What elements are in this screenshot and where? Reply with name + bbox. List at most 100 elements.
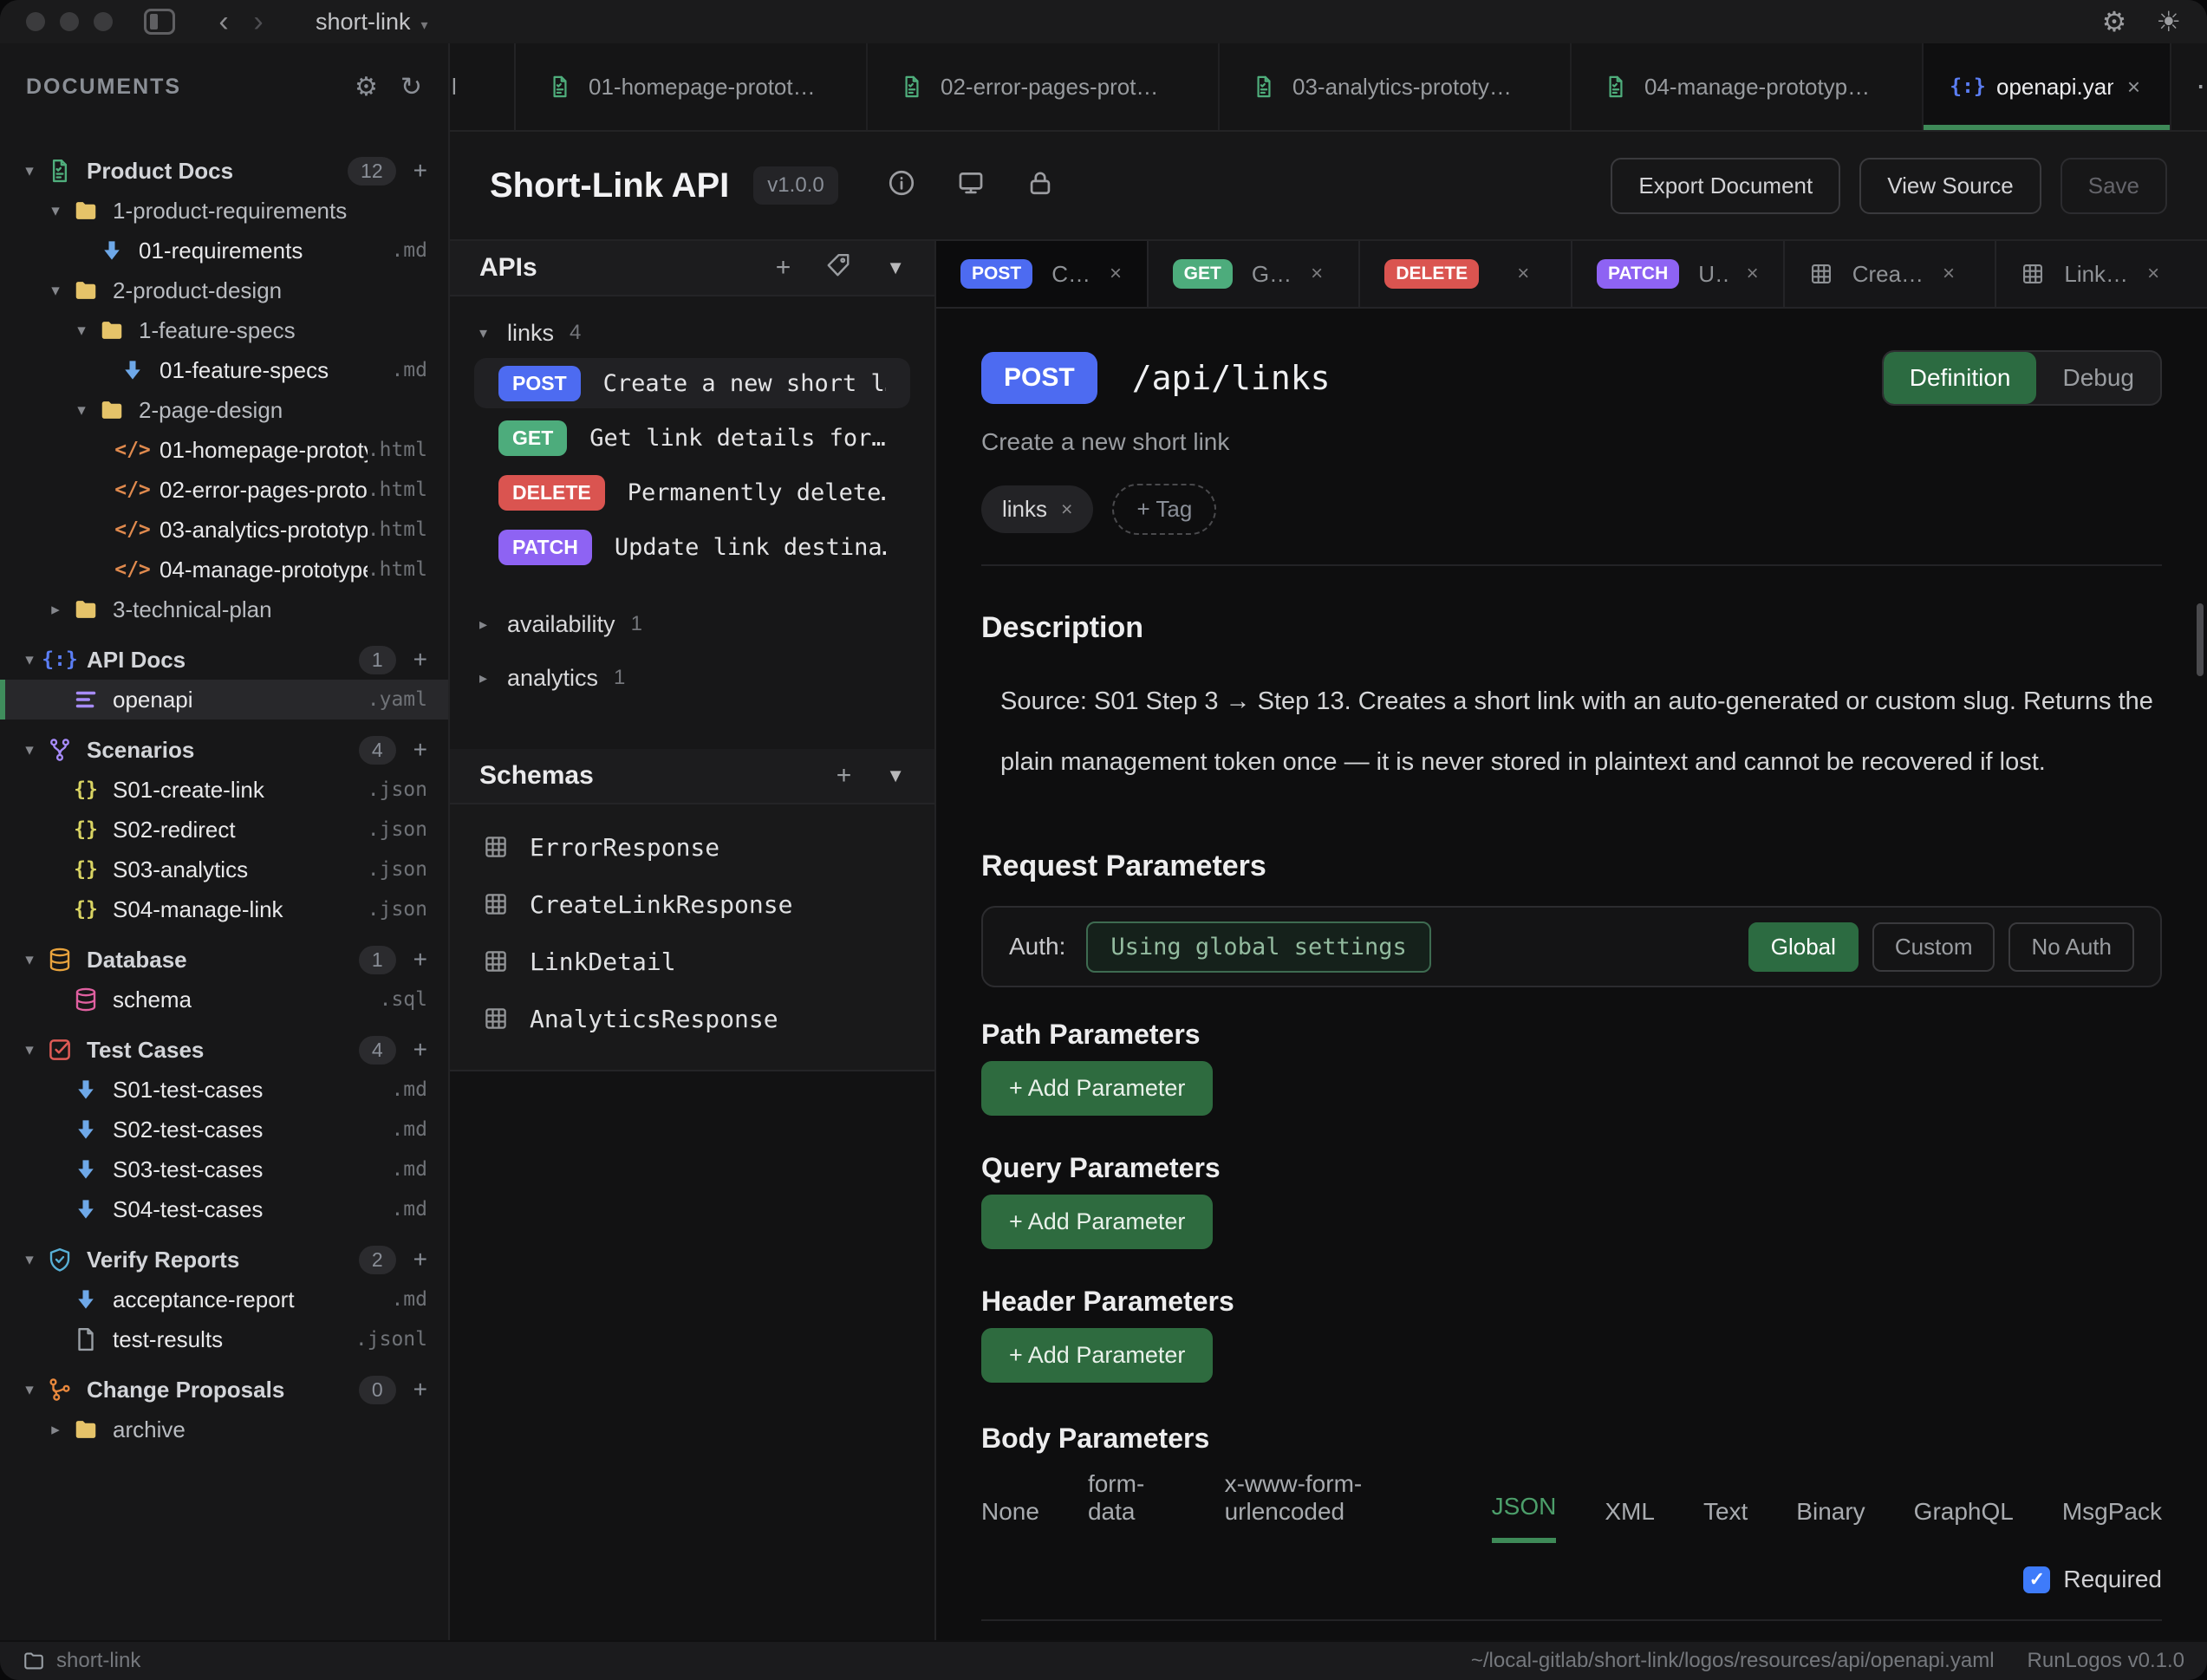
back-icon[interactable]: ‹ [206,5,241,39]
chevron-down-icon[interactable]: ▾ [14,1250,45,1270]
add-path-parameter-button[interactable]: + Add Parameter [981,1061,1213,1116]
tag-pill-links[interactable]: links × [981,485,1093,533]
tab-01-homepage[interactable]: 01-homepage-protot… [516,43,868,130]
tree-file[interactable]: {} S04-manage-link .json [0,889,448,929]
add-header-parameter-button[interactable]: + Add Parameter [981,1328,1213,1383]
filter-icon[interactable]: ▼ [886,765,905,787]
chevron-down-icon[interactable]: ▾ [479,324,507,342]
tree-file[interactable]: acceptance-report .md [0,1280,448,1319]
chevron-down-icon[interactable]: ▾ [66,400,97,420]
endpoint-tab-schema-link[interactable]: Link… × [1996,241,2207,307]
body-type-binary[interactable]: Binary [1796,1498,1865,1543]
body-type-text[interactable]: Text [1703,1498,1748,1543]
chevron-down-icon[interactable]: ▾ [14,161,45,181]
tree-file[interactable]: 01-requirements .md [0,231,448,270]
tree-section-scenarios[interactable]: ▾ Scenarios 4 + [0,730,448,770]
debug-tab[interactable]: Debug [2036,352,2160,404]
chevron-right-icon[interactable]: ▸ [479,669,507,687]
add-api-icon[interactable]: + [776,253,791,283]
endpoint-tab-delete[interactable]: DELETE × [1360,241,1572,307]
body-type-graphql[interactable]: GraphQL [1914,1498,2014,1543]
add-icon[interactable]: + [413,646,427,674]
tree-file[interactable]: 01-feature-specs .md [0,350,448,390]
close-icon[interactable]: × [1747,262,1759,286]
body-type-msgpack[interactable]: MsgPack [2062,1498,2162,1543]
tab-03-analytics[interactable]: 03-analytics-prototy… [1220,43,1572,130]
chevron-down-icon[interactable]: ▾ [14,740,45,760]
tree-file[interactable]: S04-test-cases .md [0,1189,448,1229]
chevron-right-icon[interactable]: ▸ [40,600,71,620]
sidebar-settings-icon[interactable]: ⚙ [355,72,378,102]
remove-tag-icon[interactable]: × [1061,498,1072,521]
close-icon[interactable]: × [2127,74,2140,101]
chevron-right-icon[interactable]: ▸ [40,1420,71,1440]
more-tabs-icon[interactable]: ⋯ [2171,43,2207,130]
tree-file[interactable]: </> 03-analytics-prototype .html [0,510,448,550]
close-icon[interactable]: × [1943,262,1955,286]
close-icon[interactable]: × [2147,262,2159,286]
auth-value[interactable]: Using global settings [1086,921,1430,973]
body-type-json-active[interactable]: JSON [1492,1493,1557,1543]
tree-folder[interactable]: ▾ 1-product-requirements [0,191,448,231]
body-type-xml[interactable]: XML [1605,1498,1655,1543]
body-type-urlencoded[interactable]: x-www-form-urlencoded [1225,1470,1443,1543]
api-item-get-link[interactable]: GET Get link details for… [474,413,910,463]
chevron-right-icon[interactable]: ▸ [479,615,507,634]
tree-folder[interactable]: ▾ 1-feature-specs [0,310,448,350]
add-query-parameter-button[interactable]: + Add Parameter [981,1195,1213,1249]
tree-section-api-docs[interactable]: ▾ {:} API Docs 1 + [0,640,448,680]
tree-file[interactable]: </> 01-homepage-prototy… .html [0,430,448,470]
tab-openapi-active[interactable]: {:} openapi.yaml × [1924,43,2171,130]
tree-file[interactable]: {} S03-analytics .json [0,850,448,889]
save-button[interactable]: Save [2061,158,2167,214]
chevron-down-icon[interactable]: ▾ [40,201,71,221]
add-icon[interactable]: + [413,1376,427,1403]
lock-icon[interactable] [1025,168,1055,204]
tree-file[interactable]: S03-test-cases .md [0,1149,448,1189]
tree-section-verify-reports[interactable]: ▾ Verify Reports 2 + [0,1240,448,1280]
tree-file[interactable]: S01-test-cases .md [0,1070,448,1110]
schema-item-analytics-response[interactable]: AnalyticsResponse [450,990,934,1047]
tab-04-manage[interactable]: 04-manage-prototyp… [1572,43,1924,130]
endpoint-tab-patch[interactable]: PATCH U… × [1572,241,1785,307]
tree-folder[interactable]: ▸ 3-technical-plan [0,589,448,629]
chevron-down-icon[interactable]: ▾ [14,1380,45,1400]
api-item-delete-link[interactable]: DELETE Permanently delete… [474,467,910,518]
api-group-availability[interactable]: ▸ availability 1 [450,603,934,645]
info-icon[interactable] [887,168,916,204]
theme-sun-icon[interactable]: ☀ [2156,5,2181,38]
tag-icon[interactable] [825,252,851,284]
endpoint-tab-post-active[interactable]: POST C… × [936,241,1149,307]
tree-section-database[interactable]: ▾ Database 1 + [0,940,448,980]
close-icon[interactable]: × [1517,262,1529,286]
endpoint-tab-schema-crea[interactable]: Crea… × [1785,241,1997,307]
close-icon[interactable]: × [1110,262,1122,286]
auth-noauth-button[interactable]: No Auth [2008,922,2134,972]
endpoint-tab-get[interactable]: GET G… × [1149,241,1361,307]
add-icon[interactable]: + [413,1036,427,1064]
chevron-down-icon[interactable]: ▾ [14,650,45,670]
filter-icon[interactable]: ▼ [886,257,905,279]
schema-item-link-detail[interactable]: LinkDetail [450,933,934,990]
body-type-form-data[interactable]: form-data [1088,1470,1176,1543]
add-icon[interactable]: + [413,157,427,185]
api-group-links[interactable]: ▾ links 4 [450,312,934,354]
tree-section-change-proposals[interactable]: ▾ Change Proposals 0 + [0,1370,448,1410]
close-icon[interactable]: × [1311,262,1323,286]
monitor-icon[interactable] [956,168,986,204]
chevron-down-icon[interactable]: ▾ [14,950,45,970]
auth-custom-button[interactable]: Custom [1872,922,1995,972]
tree-file[interactable]: {} S02-redirect .json [0,810,448,850]
auth-global-button[interactable]: Global [1748,922,1859,972]
clipped-tab-fragment[interactable]: l [450,43,516,130]
minimize-window-button[interactable] [60,12,79,31]
chevron-down-icon[interactable]: ▾ [14,1040,45,1060]
export-document-button[interactable]: Export Document [1611,158,1840,214]
add-icon[interactable]: + [413,736,427,764]
body-type-none[interactable]: None [981,1498,1039,1543]
tree-section-test-cases[interactable]: ▾ Test Cases 4 + [0,1030,448,1070]
tree-file-openapi-selected[interactable]: openapi .yaml [0,680,448,720]
tree-folder[interactable]: ▾ 2-page-design [0,390,448,430]
tree-file[interactable]: </> 04-manage-prototype .html [0,550,448,589]
chevron-down-icon[interactable]: ▾ [66,321,97,341]
